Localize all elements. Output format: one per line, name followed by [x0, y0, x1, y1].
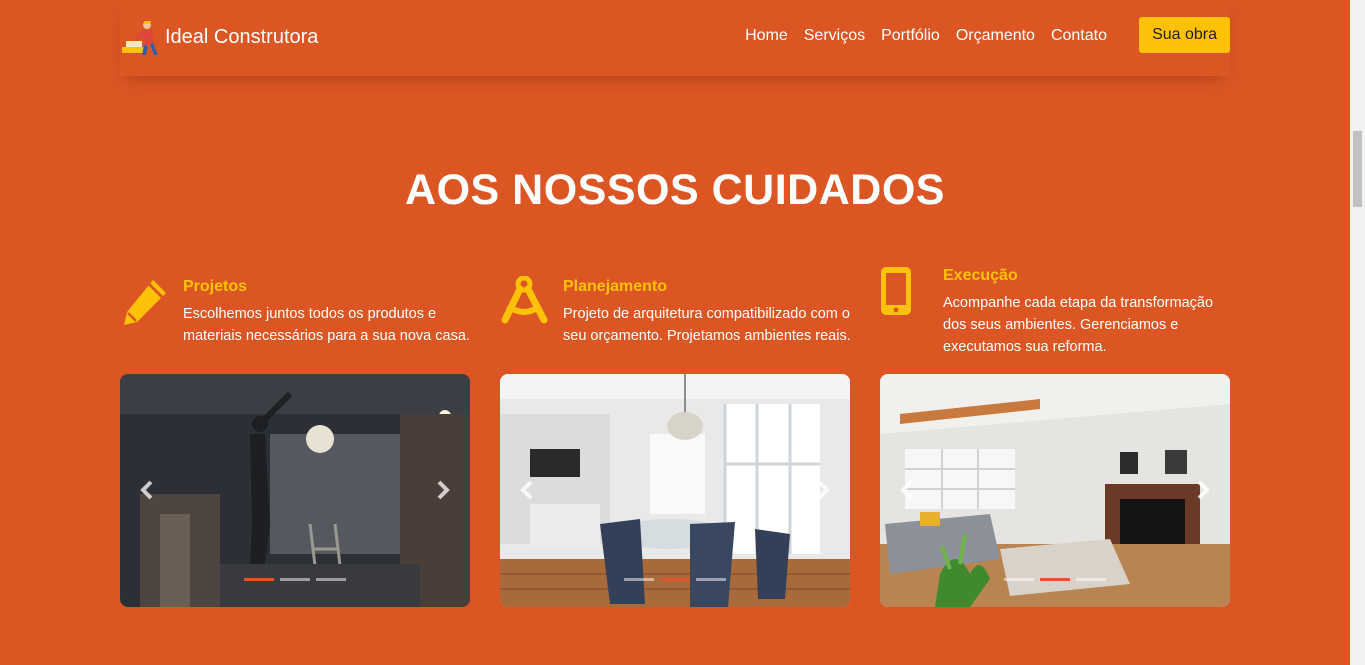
- carousel-projetos: [120, 374, 470, 607]
- carousel-indicator[interactable]: [624, 578, 654, 581]
- carousel-indicator[interactable]: [1076, 578, 1106, 581]
- nav-home[interactable]: Home: [745, 27, 788, 45]
- main-nav: Home Serviços Portfólio Orçamento Contat…: [745, 27, 1107, 45]
- page-scrollbar[interactable]: [1350, 0, 1365, 665]
- carousel-execucao: [880, 374, 1230, 607]
- dining-room-photo: [500, 374, 850, 607]
- scrollbar-thumb[interactable]: [1353, 131, 1362, 207]
- carousel-next-arrow-icon[interactable]: [1188, 475, 1218, 505]
- carousel-indicators: [120, 578, 470, 581]
- pencil-icon: [124, 280, 166, 325]
- feature-description: Acompanhe cada etapa da transformação do…: [943, 295, 1214, 355]
- living-room-photo: [880, 374, 1230, 607]
- carousel-prev-arrow-icon[interactable]: [512, 475, 542, 505]
- carousel-indicator[interactable]: [1004, 578, 1034, 581]
- carousel-indicator[interactable]: [696, 578, 726, 581]
- carousel-prev-arrow-icon[interactable]: [892, 475, 922, 505]
- carousel-indicator[interactable]: [660, 578, 690, 581]
- feature-title: Planejamento: [563, 278, 668, 295]
- compass-icon: [501, 276, 548, 324]
- carousel-indicator[interactable]: [316, 578, 346, 581]
- carousel-planejamento: [500, 374, 850, 607]
- carousel-prev-arrow-icon[interactable]: [132, 475, 162, 505]
- section-title: AOS NOSSOS CUIDADOS: [405, 166, 945, 214]
- carousel-indicator[interactable]: [1040, 578, 1070, 581]
- carousel-indicators: [500, 578, 850, 581]
- nav-orcamento[interactable]: Orçamento: [956, 27, 1035, 45]
- carousel-next-arrow-icon[interactable]: [808, 475, 838, 505]
- construction-photo: [120, 374, 470, 607]
- nav-contato[interactable]: Contato: [1051, 27, 1107, 45]
- brand-name: Ideal Construtora: [165, 25, 319, 48]
- sua-obra-button[interactable]: Sua obra: [1139, 17, 1230, 53]
- feature-title: Projetos: [183, 278, 248, 295]
- mobile-icon: [881, 267, 911, 315]
- builder-logo-icon: [122, 21, 158, 55]
- carousel-next-arrow-icon[interactable]: [428, 475, 458, 505]
- carousel-indicator[interactable]: [280, 578, 310, 581]
- carousel-indicators: [880, 578, 1230, 581]
- feature-description: Projeto de arquitetura compatibilizado c…: [563, 306, 851, 344]
- nav-portfolio[interactable]: Portfólio: [881, 27, 940, 45]
- page: Ideal Construtora Home Serviços Portfóli…: [0, 0, 1350, 665]
- nav-servicos[interactable]: Serviços: [804, 27, 865, 45]
- feature-title: Execução: [943, 267, 1018, 284]
- carousel-indicator[interactable]: [244, 578, 274, 581]
- navbar: Ideal Construtora Home Serviços Portfóli…: [120, 0, 1230, 76]
- feature-description: Escolhemos juntos todos os produtos e ma…: [183, 306, 470, 344]
- brand[interactable]: Ideal Construtora: [120, 17, 318, 57]
